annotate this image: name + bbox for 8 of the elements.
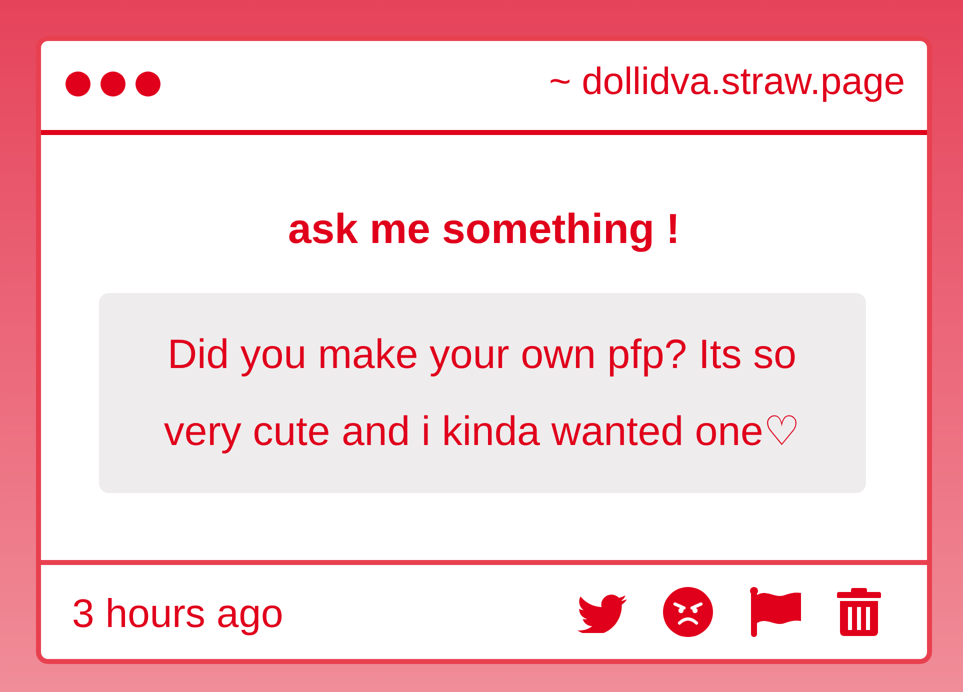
window-dots-icon bbox=[65, 70, 161, 96]
flag-icon[interactable] bbox=[749, 587, 801, 637]
heading-title: ask me something ! bbox=[288, 207, 680, 251]
question-text: Did you make your own pfp? Its so very cute and i kinda wanted one♡ bbox=[162, 330, 802, 456]
trash-icon[interactable] bbox=[837, 588, 881, 636]
angry-face-icon[interactable] bbox=[663, 587, 713, 637]
timestamp: 3 hours ago bbox=[72, 592, 284, 636]
page-url: ~ dollidva.straw.page bbox=[549, 61, 905, 104]
